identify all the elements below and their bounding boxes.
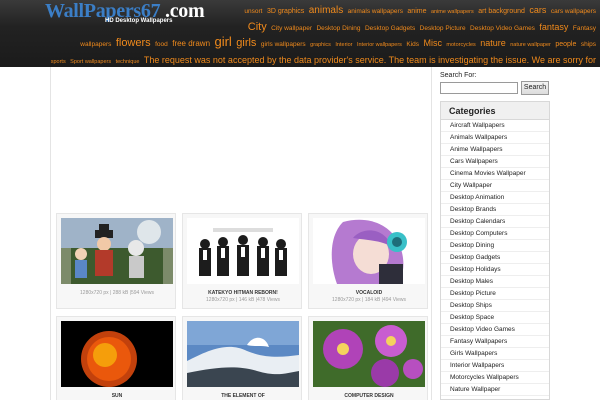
site-header: unsort 3D graphics animals animals wallp… <box>0 0 600 67</box>
tag-link[interactable]: Fantasy <box>573 25 596 32</box>
category-link[interactable]: Anime Wallpapers <box>441 144 549 156</box>
tag-link[interactable]: nature <box>480 38 506 48</box>
tag-link[interactable]: flowers <box>116 37 151 49</box>
category-link[interactable]: Desktop Males <box>441 276 549 288</box>
category-link[interactable]: Desktop Ships <box>441 300 549 312</box>
wallpaper-title[interactable]: THE ELEMENT OF <box>183 393 303 399</box>
tag-link[interactable]: girls <box>236 37 256 49</box>
tag-link[interactable]: sports <box>51 59 66 65</box>
category-link[interactable]: Desktop Holidays <box>441 264 549 276</box>
wallpaper-meta: 1280x720 px | 146 kB |478 Views <box>206 297 280 303</box>
tag-link[interactable]: anime wallpapers <box>431 9 474 15</box>
category-link[interactable]: Interior Wallpapers <box>441 360 549 372</box>
search-label: Search For: <box>440 72 477 79</box>
wallpaper-card[interactable]: COMPUTER DESIGN <box>308 316 428 400</box>
tag-link[interactable]: Interior <box>335 42 352 48</box>
tag-link[interactable]: food <box>155 41 168 48</box>
tag-link[interactable]: animals wallpapers <box>348 8 403 15</box>
wallpaper-card[interactable]: 1280x720 px | 288 kB |594 Views <box>56 213 176 309</box>
search-input[interactable] <box>440 82 518 94</box>
categories-panel: Categories Aircraft Wallpapers Animals Wa… <box>440 101 550 400</box>
tag-link[interactable]: fantasy <box>539 22 568 32</box>
categories-heading: Categories <box>441 102 549 120</box>
wallpaper-title[interactable]: VOCALOID <box>309 290 429 296</box>
tag-link[interactable]: ships <box>581 41 596 48</box>
tag-link[interactable]: cars wallpapers <box>551 8 596 15</box>
category-list: Aircraft Wallpapers Animals Wallpapers Ani… <box>441 120 549 396</box>
tag-link[interactable]: motorcycles <box>446 42 475 48</box>
wallpaper-thumbnail[interactable] <box>187 218 299 284</box>
tag-link[interactable]: Interior wallpapers <box>357 42 402 48</box>
tag-link[interactable]: girl <box>214 34 231 49</box>
category-link[interactable]: Motorcycles Wallpapers <box>441 372 549 384</box>
tag-link[interactable]: technique <box>116 59 140 65</box>
tag-link[interactable]: anime <box>407 8 426 15</box>
wallpaper-grid: 1280x720 px | 288 kB |594 Views KATEKYO … <box>50 67 432 400</box>
wallpaper-card[interactable]: SUN <box>56 316 176 400</box>
category-link[interactable]: Fantasy Wallpapers <box>441 336 549 348</box>
tag-link[interactable]: Kids <box>406 41 419 48</box>
category-link[interactable]: Girls Wallpapers <box>441 348 549 360</box>
tag-link[interactable]: free drawn <box>172 39 210 48</box>
site-logo[interactable]: WallPapers67 .com HD Desktop Wallpapers <box>45 0 210 30</box>
wallpaper-meta: 1280x720 px | 184 kB |494 Views <box>332 297 406 303</box>
wallpaper-meta: 1280x720 px | 288 kB |594 Views <box>80 290 154 296</box>
wallpaper-thumbnail[interactable] <box>187 321 299 387</box>
category-link[interactable]: Desktop Space <box>441 312 549 324</box>
wallpaper-title[interactable]: COMPUTER DESIGN <box>309 393 429 399</box>
tag-link[interactable]: City wallpaper <box>271 25 312 32</box>
category-link[interactable]: Animals Wallpapers <box>441 132 549 144</box>
category-link[interactable]: Desktop Calendars <box>441 216 549 228</box>
tag-link[interactable]: people <box>555 41 576 48</box>
category-link[interactable]: Desktop Animation <box>441 192 549 204</box>
wallpaper-title[interactable]: SUN <box>57 393 177 399</box>
tag-link[interactable]: art background <box>478 8 525 15</box>
category-link[interactable]: City Wallpaper <box>441 180 549 192</box>
category-link[interactable]: Desktop Dining <box>441 240 549 252</box>
tag-link[interactable]: Desktop Gadgets <box>365 25 415 32</box>
wallpaper-card[interactable]: THE ELEMENT OF <box>182 316 302 400</box>
tag-link[interactable]: animals <box>309 5 343 16</box>
category-link[interactable]: Cars Wallpapers <box>441 156 549 168</box>
wallpaper-thumbnail[interactable] <box>313 321 425 387</box>
tag-link[interactable]: Misc <box>423 38 442 48</box>
category-link[interactable]: Desktop Brands <box>441 204 549 216</box>
logo-subtitle: HD Desktop Wallpapers <box>105 18 173 24</box>
tag-link[interactable]: 3D graphics <box>267 8 304 15</box>
tag-link[interactable]: unsort <box>244 8 262 15</box>
tag-link[interactable]: Desktop Dining <box>316 25 360 32</box>
tag-link[interactable]: Desktop Picture <box>420 25 466 32</box>
tag-link[interactable]: City <box>248 21 267 33</box>
search-button[interactable]: Search <box>521 81 549 95</box>
wallpaper-thumbnail[interactable] <box>313 218 425 284</box>
category-link[interactable]: Desktop Gadgets <box>441 252 549 264</box>
tag-link[interactable]: cars <box>529 5 546 15</box>
tag-link[interactable]: nature wallpaper <box>510 42 551 48</box>
wallpaper-card[interactable]: KATEKYO HITMAN REBORN! 1280x720 px | 146… <box>182 213 302 309</box>
tag-link[interactable]: graphics <box>310 42 331 48</box>
wallpaper-thumbnail[interactable] <box>61 218 173 284</box>
category-link[interactable]: Cinema Movies Wallpaper <box>441 168 549 180</box>
category-link[interactable]: Aircraft Wallpapers <box>441 120 549 132</box>
category-link[interactable]: Desktop Computers <box>441 228 549 240</box>
category-link[interactable]: Nature Wallpaper <box>441 384 549 396</box>
wallpaper-title[interactable]: KATEKYO HITMAN REBORN! <box>183 290 303 296</box>
wallpaper-card[interactable]: VOCALOID 1280x720 px | 184 kB |494 Views <box>308 213 428 309</box>
wallpaper-thumbnail[interactable] <box>61 321 173 387</box>
tag-link[interactable]: Sport wallpapers <box>70 59 111 65</box>
category-link[interactable]: Desktop Video Games <box>441 324 549 336</box>
tag-link[interactable]: girls wallpapers <box>261 41 306 48</box>
tag-link[interactable]: wallpapers <box>80 41 111 48</box>
tag-link[interactable]: Desktop Video Games <box>470 25 535 32</box>
category-link[interactable]: Desktop Picture <box>441 288 549 300</box>
